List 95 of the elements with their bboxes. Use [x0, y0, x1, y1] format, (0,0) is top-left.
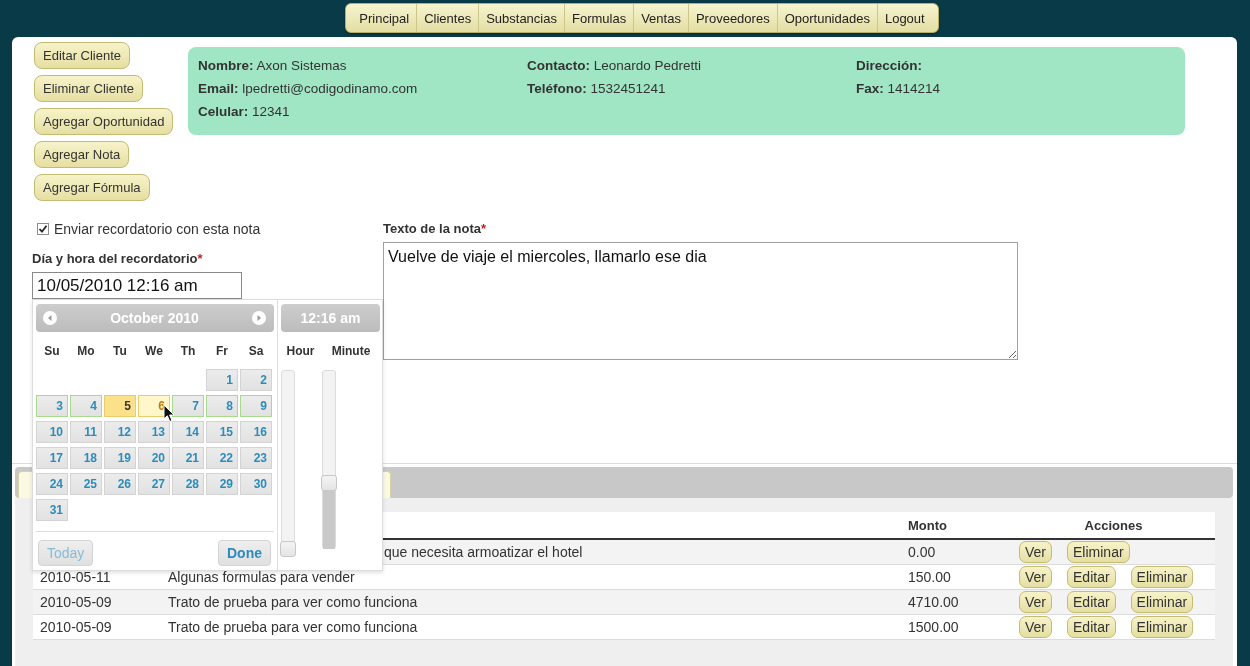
row-action-button[interactable]: Editar: [1067, 590, 1116, 613]
column-header: Monto: [901, 512, 1012, 539]
time-display: 12:16 am: [281, 304, 380, 332]
info-field: Email: lpedretti@codigodinamo.com: [198, 77, 418, 100]
weekday-label: Su: [44, 344, 60, 358]
weekday-label: Th: [180, 344, 196, 358]
note-textarea[interactable]: Vuelve de viaje el miercoles, llamarlo ese dia: [383, 242, 1018, 360]
calendar-day[interactable]: 18: [70, 447, 102, 469]
calendar-day[interactable]: 12: [104, 421, 136, 443]
slider-label: Minute: [331, 343, 371, 360]
row-action-button[interactable]: Ver: [1019, 590, 1052, 613]
action-button[interactable]: Agregar Fórmula: [34, 174, 150, 201]
table-cell: 2010-05-09: [33, 614, 161, 639]
calendar-day[interactable]: 26: [104, 473, 136, 495]
row-action-button[interactable]: Eliminar: [1067, 540, 1130, 563]
nav-link[interactable]: Oportunidades: [776, 4, 877, 32]
action-button[interactable]: Agregar Nota: [34, 141, 130, 168]
calendar-day[interactable]: 13: [138, 421, 170, 443]
calendar-day[interactable]: 8: [206, 395, 238, 417]
table-cell: 150.00: [901, 564, 1012, 589]
calendar-day[interactable]: 31: [36, 499, 68, 521]
weekday-label: Sa: [248, 344, 264, 358]
table-cell: 4710.00: [901, 589, 1012, 614]
info-field: Celular: 12341: [198, 100, 290, 123]
weekday-label: We: [145, 344, 163, 358]
nav-link[interactable]: Principal: [352, 4, 417, 32]
calendar-day[interactable]: 3: [36, 395, 68, 417]
weekday-label: Tu: [113, 344, 127, 358]
nav-link[interactable]: Ventas: [633, 4, 688, 32]
calendar-day[interactable]: 22: [206, 447, 238, 469]
calendar-day[interactable]: 21: [172, 447, 204, 469]
row-action-button[interactable]: Eliminar: [1130, 615, 1194, 638]
info-field: Teléfono: 1532451241: [527, 77, 666, 100]
row-action-button[interactable]: Ver: [1019, 540, 1052, 563]
date-input[interactable]: 10/05/2010 12:16 am: [32, 272, 242, 299]
action-button[interactable]: Eliminar Cliente: [34, 75, 144, 102]
row-action-button[interactable]: Editar: [1067, 565, 1116, 588]
calendar-day[interactable]: 20: [138, 447, 170, 469]
slider-handle[interactable]: [280, 541, 296, 557]
calendar-day[interactable]: 10: [36, 421, 68, 443]
calendar-day[interactable]: 4: [70, 395, 102, 417]
mouse-pointer-icon: [163, 404, 175, 423]
row-action-button[interactable]: Ver: [1019, 615, 1052, 638]
action-button[interactable]: Agregar Oportunidad: [34, 108, 174, 135]
calendar-day[interactable]: 28: [172, 473, 204, 495]
nav-link[interactable]: Proveedores: [687, 4, 777, 32]
row-action-button[interactable]: Eliminar: [1130, 565, 1194, 588]
field-label: Día y hora del recordatorio*: [32, 250, 203, 268]
nav-link[interactable]: Substancias: [478, 4, 564, 32]
table-cell: Trato de prueba para ver como funciona: [168, 618, 418, 635]
checkbox-label: Enviar recordatorio con esta nota: [54, 221, 261, 237]
calendar-day[interactable]: 5: [104, 395, 136, 417]
table-cell: Trato de prueba para ver como funciona: [168, 593, 418, 610]
calendar-day[interactable]: 9: [240, 395, 272, 417]
calendar-day[interactable]: 24: [36, 473, 68, 495]
month-title: October 2010: [110, 310, 199, 326]
row-action-button[interactable]: Eliminar: [1130, 590, 1194, 613]
calendar-day[interactable]: 19: [104, 447, 136, 469]
weekday-label: Fr: [216, 344, 228, 358]
slider-label: Hour: [286, 343, 315, 360]
calendar-button[interactable]: Done: [218, 540, 271, 566]
calendar-day[interactable]: 14: [172, 421, 204, 443]
calendar-button[interactable]: Today: [38, 540, 94, 566]
calendar-day[interactable]: 16: [240, 421, 272, 443]
calendar-day[interactable]: 15: [206, 421, 238, 443]
action-button[interactable]: Editar Cliente: [34, 42, 131, 69]
row-action-button[interactable]: Ver: [1019, 565, 1052, 588]
table-cell: 0.00: [901, 539, 1012, 564]
calendar-day[interactable]: 17: [36, 447, 68, 469]
calendar-day[interactable]: 2: [240, 369, 272, 391]
nav-link[interactable]: Logout: [876, 4, 932, 32]
calendar-day[interactable]: 29: [206, 473, 238, 495]
calendar-day[interactable]: 1: [206, 369, 238, 391]
column-header: Acciones: [1012, 512, 1215, 539]
calendar-day[interactable]: 7: [172, 395, 204, 417]
info-field: Dirección:: [856, 54, 923, 77]
calendar-day[interactable]: 30: [240, 473, 272, 495]
calendar-day[interactable]: 11: [70, 421, 102, 443]
row-action-button[interactable]: Editar: [1067, 615, 1116, 638]
calendar-day[interactable]: 25: [70, 473, 102, 495]
info-field: Contacto: Leonardo Pedretti: [527, 54, 702, 77]
table-cell: Algunas formulas para vender: [168, 568, 355, 585]
info-field: Nombre: Axon Sistemas: [198, 54, 347, 77]
table-cell: 1500.00: [901, 614, 1012, 639]
nav-link[interactable]: Clientes: [416, 4, 479, 32]
info-field: Fax: 1414214: [856, 77, 941, 100]
checkbox[interactable]: [37, 223, 49, 235]
calendar-day[interactable]: 27: [138, 473, 170, 495]
field-label: Texto de la nota*: [383, 220, 487, 238]
table-cell: que necesita armoatizar el hotel: [384, 543, 583, 560]
nav-link[interactable]: Formulas: [563, 4, 634, 32]
table-cell: 2010-05-09: [33, 589, 161, 614]
calendar-day[interactable]: 23: [240, 447, 272, 469]
table-cell: 2010-05-11: [33, 564, 161, 589]
weekday-label: Mo: [77, 344, 95, 358]
